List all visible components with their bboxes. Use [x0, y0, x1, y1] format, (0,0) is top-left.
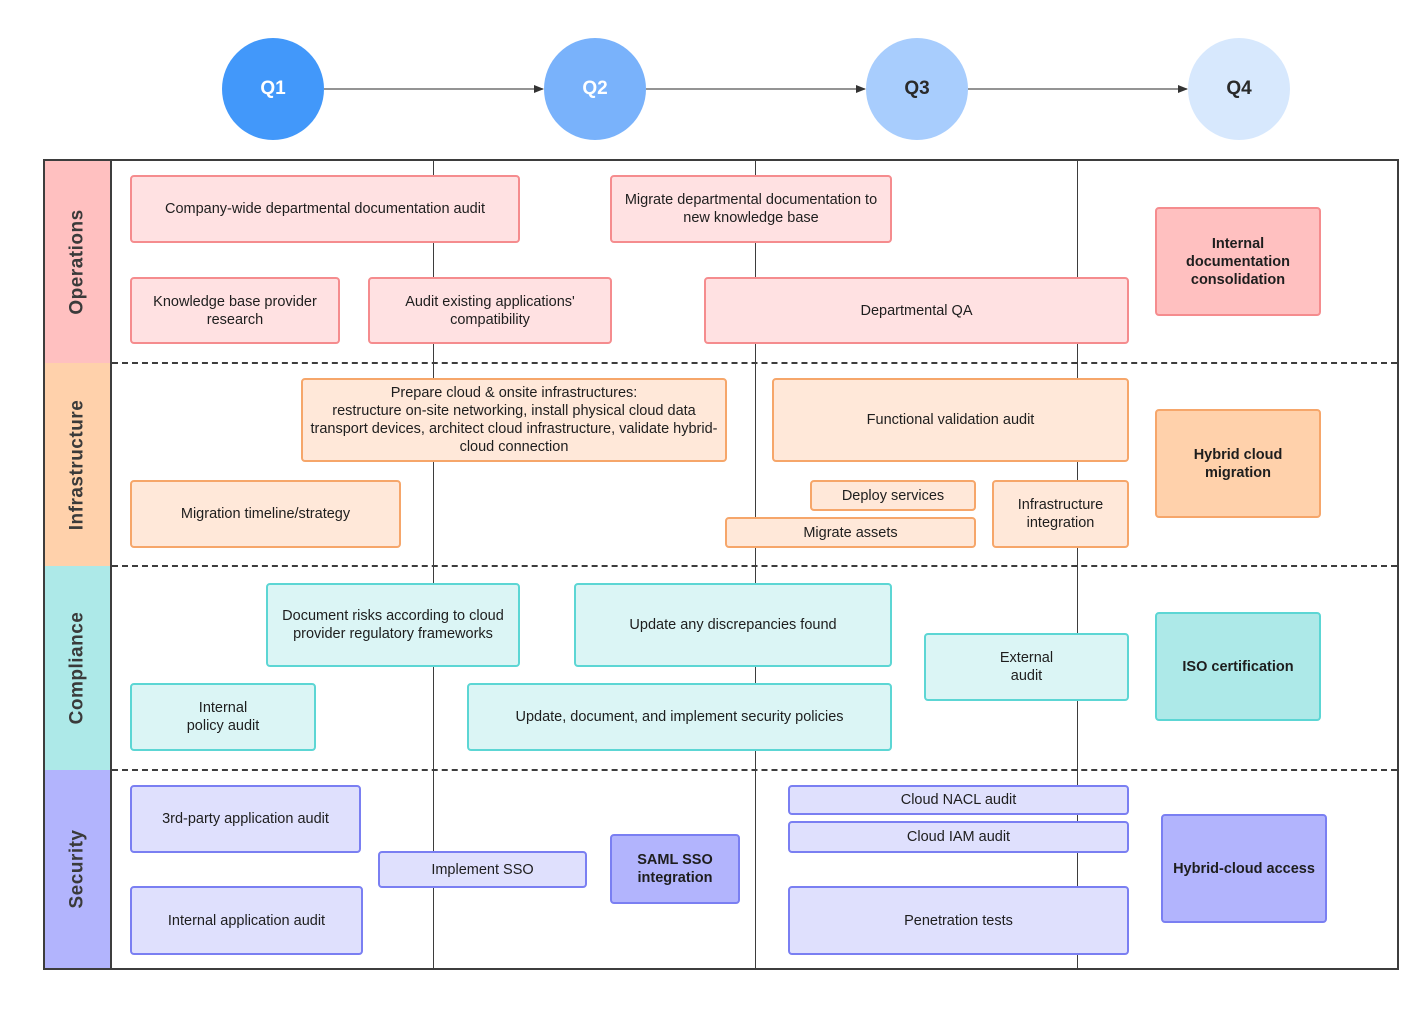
lane-label-text: Infrastructure: [66, 399, 88, 530]
task-box-saml-sso[interactable]: SAML SSO integration: [610, 834, 740, 904]
task-box[interactable]: Functional validation audit: [772, 378, 1129, 462]
lane-label-operations: Operations: [45, 161, 112, 363]
lane-label-infrastructure: Infrastructure: [45, 363, 112, 566]
lane-divider: [112, 362, 1397, 364]
task-box[interactable]: Company-wide departmental documentation …: [130, 175, 520, 243]
quarter-q4: Q4: [1188, 38, 1290, 140]
task-box[interactable]: Deploy services: [810, 480, 976, 511]
task-box[interactable]: Implement SSO: [378, 851, 587, 888]
task-box[interactable]: Cloud NACL audit: [788, 785, 1129, 815]
goal-box-infrastructure[interactable]: Hybrid cloud migration: [1155, 409, 1321, 518]
goal-box-security[interactable]: Hybrid-cloud access: [1161, 814, 1327, 923]
task-box[interactable]: Migrate departmental documentation to ne…: [610, 175, 892, 243]
lane-label-text: Operations: [66, 209, 88, 315]
lane-label-text: Compliance: [66, 611, 88, 725]
task-box[interactable]: Update any discrepancies found: [574, 583, 892, 667]
task-box[interactable]: Document risks according to cloud provid…: [266, 583, 520, 667]
task-box[interactable]: Internal application audit: [130, 886, 363, 955]
lane-divider: [112, 565, 1397, 567]
task-box[interactable]: Internal policy audit: [130, 683, 316, 751]
task-box[interactable]: Migrate assets: [725, 517, 976, 548]
quarter-q1: Q1: [222, 38, 324, 140]
task-box[interactable]: Cloud IAM audit: [788, 821, 1129, 853]
task-box[interactable]: Departmental QA: [704, 277, 1129, 344]
quarter-q2: Q2: [544, 38, 646, 140]
task-box[interactable]: Audit existing applications' compatibili…: [368, 277, 612, 344]
lane-label-text: Security: [66, 829, 88, 909]
task-box[interactable]: Infrastructure integration: [992, 480, 1129, 548]
task-box[interactable]: Prepare cloud & onsite infrastructures: …: [301, 378, 727, 462]
lane-label-compliance: Compliance: [45, 566, 112, 770]
goal-box-compliance[interactable]: ISO certification: [1155, 612, 1321, 721]
task-box[interactable]: External audit: [924, 633, 1129, 701]
task-box[interactable]: Migration timeline/strategy: [130, 480, 401, 548]
task-box[interactable]: Update, document, and implement security…: [467, 683, 892, 751]
task-box[interactable]: Penetration tests: [788, 886, 1129, 955]
goal-box-operations[interactable]: Internal documentation consolidation: [1155, 207, 1321, 316]
task-box[interactable]: 3rd-party application audit: [130, 785, 361, 853]
lane-divider: [112, 769, 1397, 771]
lane-label-security: Security: [45, 770, 112, 968]
quarter-q3: Q3: [866, 38, 968, 140]
task-box[interactable]: Knowledge base provider research: [130, 277, 340, 344]
